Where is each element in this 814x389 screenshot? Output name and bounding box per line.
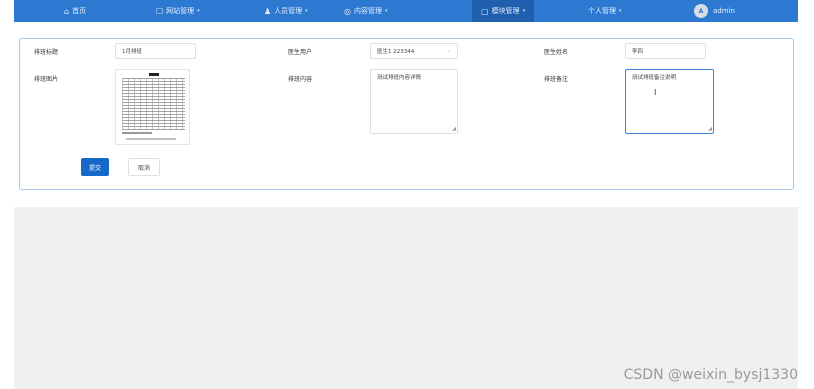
chevron-down-icon: ▾ <box>384 8 388 14</box>
nav-site-management[interactable]: ☐ 网站管理 ▾ <box>156 0 200 22</box>
nav-staff-management[interactable]: ♟ 人员管理 ▾ <box>264 0 308 22</box>
username: admin <box>713 7 735 15</box>
doctor-name-label: 医生姓名 <box>544 49 569 56</box>
empty-content-area <box>14 207 798 389</box>
nav-module-management[interactable]: ▢ 模块管理 ▾ <box>472 0 535 22</box>
chevron-down-icon: ▾ <box>197 8 200 14</box>
nav-content-management-label: 内容管理 <box>353 7 382 15</box>
image-footer-line <box>122 132 152 134</box>
resize-handle-icon[interactable]: ◢ <box>452 127 456 132</box>
schedule-image-preview[interactable] <box>115 69 190 145</box>
cancel-button[interactable]: 取消 <box>128 158 160 176</box>
remark-label: 排班备注 <box>544 76 569 83</box>
home-icon: ⌂ <box>64 6 70 16</box>
nav-site-management-label: 网站管理 <box>166 7 195 15</box>
image-footer-line <box>126 138 176 140</box>
submit-button[interactable]: 提交 <box>81 158 109 176</box>
remark-text: 测试排班备注说明 <box>632 75 677 81</box>
doctor-name-input[interactable]: 李四 <box>625 43 706 59</box>
nav-content-management[interactable]: ◎ 内容管理 ▾ <box>344 0 388 22</box>
module-icon: ▢ <box>481 6 489 16</box>
doctor-account-value: 医生1 223344 <box>377 49 415 55</box>
title-input[interactable]: 1月排班 <box>115 43 196 59</box>
title-label: 排班标题 <box>34 49 59 56</box>
remark-textarea[interactable]: 测试排班备注说明 ◢ <box>625 69 714 134</box>
nav-personal-management-label: 个人管理 <box>588 7 616 15</box>
image-doc-title <box>149 73 159 76</box>
monitor-icon: ☐ <box>156 6 164 16</box>
nav-staff-management-label: 人员管理 <box>274 7 303 15</box>
content-icon: ◎ <box>344 6 351 16</box>
nav-personal-management[interactable]: 个人管理 ▾ <box>588 0 622 22</box>
avatar: A <box>694 4 708 18</box>
nav-module-management-label: 模块管理 <box>491 7 520 15</box>
image-label: 排班图片 <box>34 76 59 83</box>
resize-handle-icon[interactable]: ◢ <box>708 127 712 132</box>
content-label: 排班内容 <box>288 76 313 83</box>
nav-home[interactable]: ⌂ 首页 <box>64 0 86 22</box>
content-textarea[interactable]: 测试排班内容详情 ◢ <box>370 69 458 134</box>
doctor-account-label: 医生用户 <box>288 49 313 56</box>
user-icon: ♟ <box>264 6 272 16</box>
chevron-down-icon: ▾ <box>619 8 622 14</box>
user-menu[interactable]: A admin <box>694 0 735 22</box>
chevron-down-icon: ⌄ <box>446 48 451 54</box>
doctor-account-select[interactable]: 医生1 223344 ⌄ <box>370 43 458 59</box>
image-table-grid <box>122 78 185 130</box>
watermark: CSDN @weixin_bysj1330 <box>623 367 798 383</box>
content-text: 测试排班内容详情 <box>377 75 422 81</box>
top-navbar: ⌂ 首页 ☐ 网站管理 ▾ ♟ 人员管理 ▾ ◎ 内容管理 ▾ ▢ 模块管理 ▾… <box>14 0 798 22</box>
schedule-form: 排班标题 1月排班 医生用户 医生1 223344 ⌄ 医生姓名 李四 排班图片… <box>19 38 794 190</box>
chevron-down-icon: ▾ <box>305 8 308 14</box>
chevron-down-icon: ▾ <box>522 8 526 14</box>
nav-home-label: 首页 <box>72 7 87 15</box>
text-cursor-icon: I <box>654 88 657 97</box>
